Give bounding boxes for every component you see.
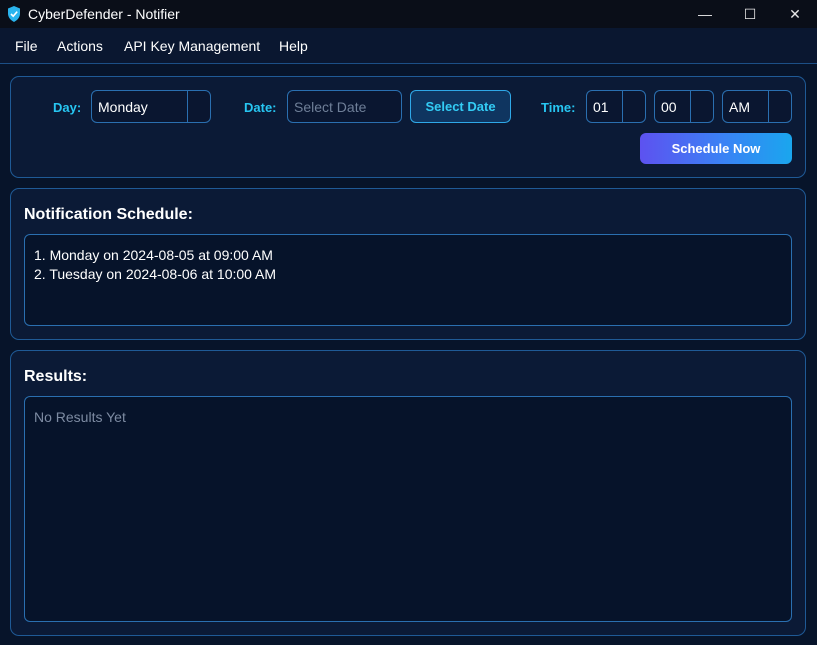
shield-icon: [8, 6, 20, 22]
schedule-panel: Notification Schedule: 1. Monday on 2024…: [10, 188, 806, 340]
minimize-button[interactable]: —: [682, 0, 728, 28]
ampm-dropdown-divider: [768, 91, 769, 122]
menu-api-key-management[interactable]: API Key Management: [124, 38, 260, 54]
minute-spinner-divider: [690, 91, 691, 122]
time-label: Time:: [541, 100, 576, 115]
schedule-list[interactable]: 1. Monday on 2024-08-05 at 09:00 AM 2. T…: [24, 234, 792, 326]
date-label: Date:: [244, 100, 277, 115]
menu-bar: File Actions API Key Management Help: [0, 28, 817, 64]
title-bar[interactable]: CyberDefender - Notifier — ☐ ✕: [0, 0, 817, 28]
date-input[interactable]: Select Date: [287, 90, 402, 123]
schedule-now-label: Schedule Now: [671, 141, 761, 156]
results-area[interactable]: No Results Yet: [24, 396, 792, 622]
ampm-select[interactable]: AM: [722, 90, 792, 123]
close-button[interactable]: ✕: [772, 0, 817, 28]
results-title: Results:: [24, 368, 88, 385]
close-icon: ✕: [789, 5, 801, 22]
list-item: 2. Tuesday on 2024-08-06 at 10:00 AM: [34, 266, 277, 282]
minimize-icon: —: [698, 6, 712, 22]
day-value: Monday: [98, 99, 148, 115]
menu-help[interactable]: Help: [279, 38, 308, 54]
window-title: CyberDefender - Notifier: [28, 6, 180, 22]
day-select[interactable]: Monday: [91, 90, 211, 123]
results-panel: Results: No Results Yet: [10, 350, 806, 636]
select-date-label: Select Date: [425, 99, 496, 114]
day-dropdown-divider: [187, 91, 188, 122]
hour-value: 01: [593, 99, 609, 115]
maximize-button[interactable]: ☐: [727, 0, 773, 28]
minute-spinner[interactable]: 00: [654, 90, 714, 123]
date-placeholder: Select Date: [294, 99, 367, 115]
menu-file[interactable]: File: [15, 38, 38, 54]
schedule-now-button[interactable]: Schedule Now: [640, 133, 792, 164]
day-label: Day:: [53, 100, 82, 115]
hour-spinner[interactable]: 01: [586, 90, 646, 123]
ampm-value: AM: [729, 99, 750, 115]
maximize-icon: ☐: [743, 5, 757, 22]
list-item: 1. Monday on 2024-08-05 at 09:00 AM: [34, 247, 273, 263]
schedule-title: Notification Schedule:: [24, 206, 193, 223]
menu-actions[interactable]: Actions: [57, 38, 103, 54]
scheduler-panel: Day: Monday Date: Select Date Select Dat…: [10, 76, 806, 178]
select-date-button[interactable]: Select Date: [410, 90, 511, 123]
hour-spinner-divider: [622, 91, 623, 122]
results-placeholder: No Results Yet: [34, 409, 126, 425]
minute-value: 00: [661, 99, 677, 115]
